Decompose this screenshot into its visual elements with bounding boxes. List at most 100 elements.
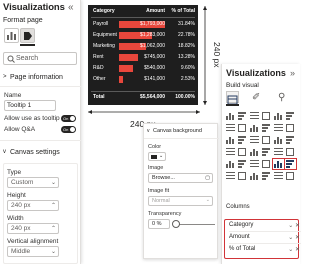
visual-type-icon[interactable]: [225, 171, 236, 181]
visual-type-icon[interactable]: [285, 123, 296, 133]
analytics-tab[interactable]: ⚲: [278, 92, 285, 103]
cell-amount: $1,062,000: [139, 43, 165, 49]
visual-type-icon[interactable]: [249, 111, 260, 121]
table-visual[interactable]: Category Amount % of Total Payroll $1,793…: [88, 5, 198, 105]
chevron-remove-icons[interactable]: ⌄ ✕: [288, 246, 300, 253]
cell-amount: $141,000: [144, 76, 165, 82]
color-picker[interactable]: ⌄: [148, 152, 166, 161]
visual-type-icon[interactable]: [249, 147, 260, 157]
cell-pct: 2.53%: [180, 76, 195, 82]
cell-category: Marketing: [93, 43, 115, 49]
chevron-remove-icons[interactable]: ⌄ ✕: [288, 234, 300, 241]
visual-type-icon[interactable]: [237, 135, 248, 145]
cell-amount: $1,793,000: [139, 21, 165, 27]
search-input[interactable]: Search: [3, 52, 77, 65]
visual-type-icon[interactable]: [261, 159, 272, 169]
header-amount: Amount: [146, 8, 165, 14]
stepper-arrows-icon: ⌃: [50, 203, 56, 209]
visual-type-icon[interactable]: [237, 171, 248, 181]
cell-category: Equipment: [93, 32, 117, 38]
visual-type-icon[interactable]: [237, 111, 248, 121]
visual-type-icon[interactable]: [249, 123, 260, 133]
visual-type-icon[interactable]: [261, 123, 272, 133]
stepper-arrows-icon: ⌃: [50, 226, 56, 232]
active-tab-underline: [226, 104, 239, 106]
pane-subtitle: Build visual: [226, 82, 259, 89]
visual-type-icon[interactable]: [225, 123, 236, 133]
transparency-value: 0 %: [152, 221, 162, 227]
width-value: 240 px: [11, 225, 31, 232]
collapse-pane-button[interactable]: «: [68, 2, 74, 13]
canvas-background-card: v Canvas background Color ⌄ Image Browse…: [143, 123, 219, 259]
build-visual-tab[interactable]: [226, 91, 239, 105]
visual-type-icon[interactable]: [285, 111, 296, 121]
visual-type-icon[interactable]: [225, 159, 236, 169]
transparency-slider-thumb[interactable]: [172, 220, 180, 228]
width-stepper[interactable]: 240 px ⌃: [7, 223, 59, 234]
image-fit-dropdown[interactable]: Normal ⌄: [148, 196, 213, 206]
format-page-tab[interactable]: [20, 28, 35, 43]
field-name: % of Total: [229, 246, 256, 252]
visual-type-icon[interactable]: [273, 147, 284, 157]
visual-type-icon[interactable]: [285, 135, 296, 145]
visual-type-icon[interactable]: [284, 158, 297, 170]
vertical-alignment-dropdown[interactable]: Middle ⌄: [7, 246, 59, 257]
columns-label: Columns: [226, 204, 250, 210]
build-visual-icon: [7, 32, 16, 40]
visual-type-icon[interactable]: [273, 135, 284, 145]
cell-amount: $1,283,000: [139, 32, 165, 38]
visual-type-icon[interactable]: [237, 159, 248, 169]
visual-type-icon[interactable]: [273, 171, 284, 181]
cell-category: Other: [93, 76, 106, 82]
tooltip-toggle[interactable]: On: [61, 115, 76, 122]
visual-type-icon[interactable]: [285, 147, 296, 157]
table-row: R&D $540,000 9.60%: [88, 65, 198, 74]
qa-toggle[interactable]: On: [61, 126, 76, 133]
image-browse-input[interactable]: Browse... ▢: [148, 173, 213, 183]
visual-type-icon[interactable]: [261, 135, 272, 145]
height-label: Height: [7, 192, 26, 199]
visual-type-grid: [225, 111, 299, 180]
qa-label: Allow Q&A: [4, 126, 36, 133]
visual-type-icon[interactable]: [272, 158, 285, 170]
visual-type-icon[interactable]: [237, 123, 248, 133]
visual-type-icon[interactable]: [285, 171, 296, 181]
name-label: Name: [4, 92, 22, 99]
chevron-right-icon: >: [3, 74, 7, 80]
section-title: Canvas settings: [10, 149, 60, 156]
height-stepper[interactable]: 240 px ⌃: [7, 200, 59, 211]
visual-type-icon[interactable]: [225, 135, 236, 145]
chevron-remove-icons[interactable]: ⌄ ✕: [288, 222, 300, 229]
pane-title: Visualizations: [3, 2, 65, 13]
visual-type-icon[interactable]: [261, 111, 272, 121]
visual-type-icon[interactable]: [225, 147, 236, 157]
visual-type-icon[interactable]: [261, 171, 272, 181]
cell-category: Payroll: [93, 21, 109, 27]
visual-type-icon[interactable]: [273, 123, 284, 133]
field-chip-category[interactable]: Category ⌄ ✕: [229, 222, 301, 232]
visual-type-icon[interactable]: [273, 111, 284, 121]
transparency-label: Transparency: [148, 211, 182, 217]
page-name-input[interactable]: Tooltip 1: [4, 100, 56, 111]
canvas-settings-section[interactable]: v Canvas settings: [0, 146, 81, 160]
pane-subtitle: Format page: [3, 17, 43, 24]
format-visual-tab[interactable]: ✐: [252, 92, 260, 103]
field-chip-pct[interactable]: % of Total ⌄ ✕: [229, 246, 301, 256]
visual-type-icon[interactable]: [261, 147, 272, 157]
visual-type-icon[interactable]: [249, 171, 260, 181]
visual-type-icon[interactable]: [249, 135, 260, 145]
visual-type-icon[interactable]: [237, 147, 248, 157]
visual-type-icon[interactable]: [249, 159, 260, 169]
visual-type-icon[interactable]: [225, 111, 236, 121]
build-visual-tab[interactable]: [4, 28, 19, 43]
transparency-input[interactable]: 0 %: [148, 219, 170, 229]
header-pct: % of Total: [171, 8, 195, 14]
tooltip-label: Allow use as tooltip: [4, 115, 60, 122]
divider: [0, 86, 81, 87]
field-chip-amount[interactable]: Amount ⌄ ✕: [229, 234, 301, 244]
search-icon: [7, 55, 15, 63]
type-dropdown[interactable]: Custom ⌄: [7, 177, 59, 188]
table-header: Category Amount % of Total: [88, 8, 198, 17]
collapse-pane-button[interactable]: »: [290, 68, 295, 78]
page-information-section[interactable]: > Page information: [0, 71, 81, 85]
